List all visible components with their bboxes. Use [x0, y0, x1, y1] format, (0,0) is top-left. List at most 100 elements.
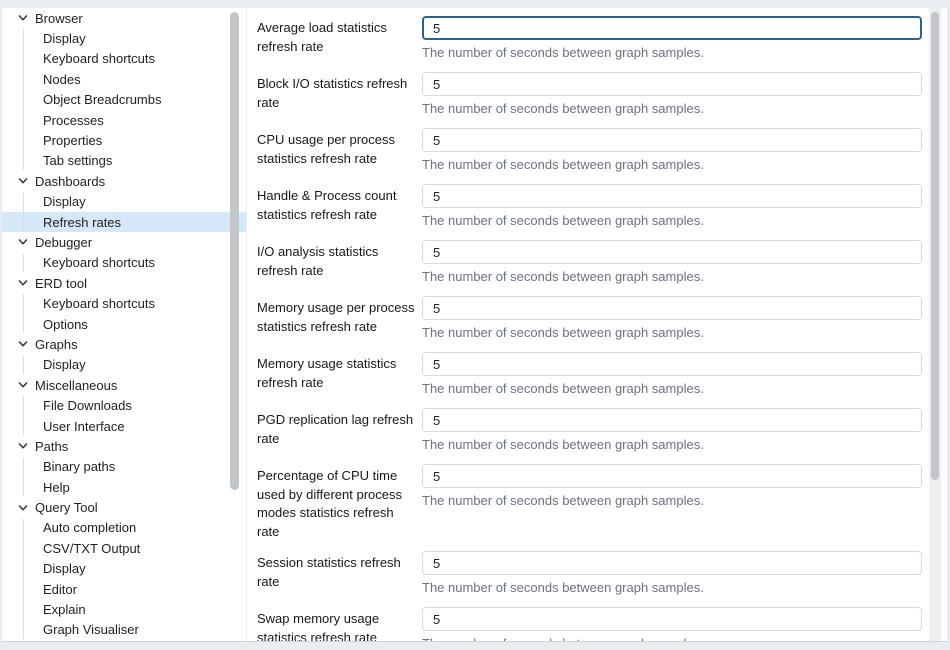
tree-group-label: Paths — [35, 439, 68, 454]
tree-item[interactable]: Object Breadcrumbs — [2, 90, 246, 110]
tree-item[interactable]: Tab settings — [2, 151, 246, 171]
tree-item-label: Editor — [43, 582, 77, 597]
preference-field-label: PGD replication lag refresh rate — [257, 408, 415, 454]
preference-field-help: The number of seconds between graph samp… — [422, 45, 922, 61]
tree-item-label: Keyboard shortcuts — [43, 51, 155, 66]
refresh-rate-input[interactable] — [422, 607, 922, 631]
tree-group-row[interactable]: Dashboards — [2, 171, 246, 191]
tree-item-label: Display — [43, 194, 86, 209]
tree-group-row[interactable]: Debugger — [2, 232, 246, 252]
tree-item[interactable]: Display — [2, 355, 246, 375]
preference-field-main: The number of seconds between graph samp… — [422, 16, 922, 62]
refresh-rate-input[interactable] — [422, 128, 922, 152]
sidebar-scrollbar-thumb[interactable] — [230, 12, 239, 490]
chevron-down-icon — [18, 380, 28, 390]
tree-group: Browser Display Keyboard shortcuts Nodes… — [2, 8, 246, 171]
tree-guide-line — [23, 519, 24, 639]
tree-item[interactable]: CSV/TXT Output — [2, 538, 246, 558]
preferences-content: Average load statistics refresh rate The… — [247, 8, 947, 641]
preference-field-help: The number of seconds between graph samp… — [422, 437, 922, 453]
tree-item-label: Display — [43, 357, 86, 372]
tree-item[interactable]: Display — [2, 28, 246, 48]
tree-item[interactable]: Editor — [2, 579, 246, 599]
tree-children: Display Keyboard shortcuts Nodes Object … — [2, 28, 246, 171]
tree-item[interactable]: Help — [2, 477, 246, 497]
preference-field-main: The number of seconds between graph samp… — [422, 72, 922, 118]
preference-field-label: Handle & Process count statistics refres… — [257, 184, 415, 230]
tree-guide-line — [23, 294, 24, 333]
tree-item[interactable]: Processes — [2, 110, 246, 130]
tree-item-label: Keyboard shortcuts — [43, 255, 155, 270]
refresh-rate-input[interactable] — [422, 464, 922, 488]
preference-field-label: CPU usage per process statistics refresh… — [257, 128, 415, 174]
preferences-sidebar: Browser Display Keyboard shortcuts Nodes… — [2, 8, 247, 641]
preference-field-label: Percentage of CPU time used by different… — [257, 464, 415, 541]
preference-field-row: Average load statistics refresh rate The… — [257, 16, 922, 62]
tree-group-row[interactable]: Miscellaneous — [2, 375, 246, 395]
tree-group-label: Query Tool — [35, 500, 98, 515]
tree-group: Paths Binary paths Help — [2, 436, 246, 497]
chevron-down-icon — [18, 441, 28, 451]
tree-group-label: ERD tool — [35, 276, 87, 291]
tree-item[interactable]: Options — [2, 314, 246, 334]
tree-item[interactable]: Display — [2, 559, 246, 579]
tree-group-row[interactable]: Paths — [2, 436, 246, 456]
tree-item[interactable]: Auto completion — [2, 518, 246, 538]
tree-group-row[interactable]: Browser — [2, 8, 246, 28]
tree-item-label: Tab settings — [43, 153, 112, 168]
content-scrollbar-track[interactable] — [929, 8, 941, 641]
tree-group-row[interactable]: Graphs — [2, 334, 246, 354]
tree-group: Miscellaneous File Downloads User Interf… — [2, 375, 246, 436]
tree-group: Debugger Keyboard shortcuts — [2, 232, 246, 273]
refresh-rate-input[interactable] — [422, 551, 922, 575]
preferences-tree: Browser Display Keyboard shortcuts Nodes… — [2, 8, 246, 640]
chevron-down-icon — [18, 237, 28, 247]
preference-field-label: Average load statistics refresh rate — [257, 16, 415, 62]
preference-field-main: The number of seconds between graph samp… — [422, 296, 922, 342]
tree-group-row[interactable]: ERD tool — [2, 273, 246, 293]
content-scrollbar-thumb[interactable] — [931, 12, 939, 480]
tree-item[interactable]: Explain — [2, 599, 246, 619]
tree-children: File Downloads User Interface — [2, 395, 246, 436]
tree-group: ERD tool Keyboard shortcuts Options — [2, 273, 246, 334]
preference-field-main: The number of seconds between graph samp… — [422, 607, 922, 641]
refresh-rate-input[interactable] — [422, 72, 922, 96]
tree-item[interactable]: File Downloads — [2, 395, 246, 415]
tree-item-label: Auto completion — [43, 520, 136, 535]
tree-group-row[interactable]: Query Tool — [2, 497, 246, 517]
tree-guide-line — [23, 29, 24, 170]
tree-item[interactable]: Keyboard shortcuts — [2, 293, 246, 313]
tree-item[interactable]: Display — [2, 192, 246, 212]
tree-guide-line — [23, 254, 24, 272]
tree-item[interactable]: Nodes — [2, 69, 246, 89]
tree-item-label: Processes — [43, 113, 104, 128]
tree-item[interactable]: Properties — [2, 130, 246, 150]
refresh-rate-input[interactable] — [422, 240, 922, 264]
refresh-rate-input[interactable] — [422, 352, 922, 376]
tree-item[interactable]: User Interface — [2, 416, 246, 436]
refresh-rate-input[interactable] — [422, 408, 922, 432]
preferences-dialog: Browser Display Keyboard shortcuts Nodes… — [2, 8, 947, 642]
tree-group-label: Debugger — [35, 235, 92, 250]
tree-children: Auto completion CSV/TXT Output Display E… — [2, 518, 246, 640]
refresh-rate-input[interactable] — [422, 296, 922, 320]
refresh-rate-input[interactable] — [422, 16, 922, 40]
refresh-rate-input[interactable] — [422, 184, 922, 208]
preference-field-label: Session statistics refresh rate — [257, 551, 415, 597]
tree-item[interactable]: Graph Visualiser — [2, 620, 246, 640]
tree-item[interactable]: Keyboard shortcuts — [2, 253, 246, 273]
preference-field-help: The number of seconds between graph samp… — [422, 269, 922, 285]
preference-field-row: Session statistics refresh rate The numb… — [257, 551, 922, 597]
tree-item-label: Explain — [43, 602, 86, 617]
chevron-down-icon — [18, 339, 28, 349]
tree-item[interactable]: Keyboard shortcuts — [2, 49, 246, 69]
tree-item-label: Graph Visualiser — [43, 622, 139, 637]
tree-item-label: Properties — [43, 133, 102, 148]
tree-item-label: Display — [43, 561, 86, 576]
tree-guide-line — [23, 356, 24, 374]
tree-item[interactable]: Refresh rates — [2, 212, 246, 232]
tree-children: Display — [2, 355, 246, 375]
preference-field-label: Block I/O statistics refresh rate — [257, 72, 415, 118]
preference-field-row: Percentage of CPU time used by different… — [257, 464, 922, 541]
tree-item[interactable]: Binary paths — [2, 457, 246, 477]
